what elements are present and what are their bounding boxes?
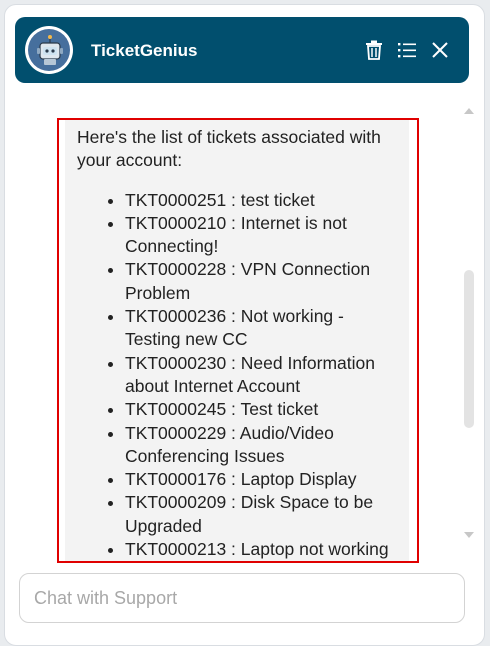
close-icon[interactable] [429, 39, 451, 61]
list-icon[interactable] [396, 39, 418, 61]
ticket-item: TKT0000209 : Disk Space to be Upgraded [125, 491, 403, 538]
scroll-down-arrow[interactable] [464, 532, 474, 538]
scroll-up-arrow[interactable] [464, 108, 474, 114]
trash-icon[interactable] [363, 39, 385, 61]
ticket-item: TKT0000230 : Need Information about Inte… [125, 352, 403, 399]
message-intro: Here's the list of tickets associated wi… [77, 127, 381, 171]
ticket-item: TKT0000213 : Laptop not working [125, 538, 403, 561]
message-text: Here's the list of tickets associated wi… [77, 126, 403, 561]
ticket-item: TKT0000229 : Audio/Video Conferencing Is… [125, 422, 403, 469]
ticket-list: TKT0000251 : test ticket TKT0000210 : In… [77, 189, 403, 561]
bot-avatar [25, 26, 73, 74]
highlighted-message: Here's the list of tickets associated wi… [57, 118, 419, 563]
robot-icon [28, 29, 70, 71]
ticket-item: TKT0000228 : VPN Connection Problem [125, 258, 403, 305]
chat-input[interactable] [19, 573, 465, 623]
bot-message-bubble: Here's the list of tickets associated wi… [65, 120, 409, 561]
scrollbar-thumb[interactable] [464, 270, 474, 428]
ticket-item: TKT0000236 : Not working - Testing new C… [125, 305, 403, 352]
ticket-item: TKT0000210 : Internet is not Connecting! [125, 212, 403, 259]
ticket-item: TKT0000245 : Test ticket [125, 398, 403, 421]
app-title: TicketGenius [91, 41, 198, 60]
ticket-item: TKT0000251 : test ticket [125, 189, 403, 212]
chat-header: TicketGenius [15, 17, 469, 83]
ticket-item: TKT0000176 : Laptop Display [125, 468, 403, 491]
